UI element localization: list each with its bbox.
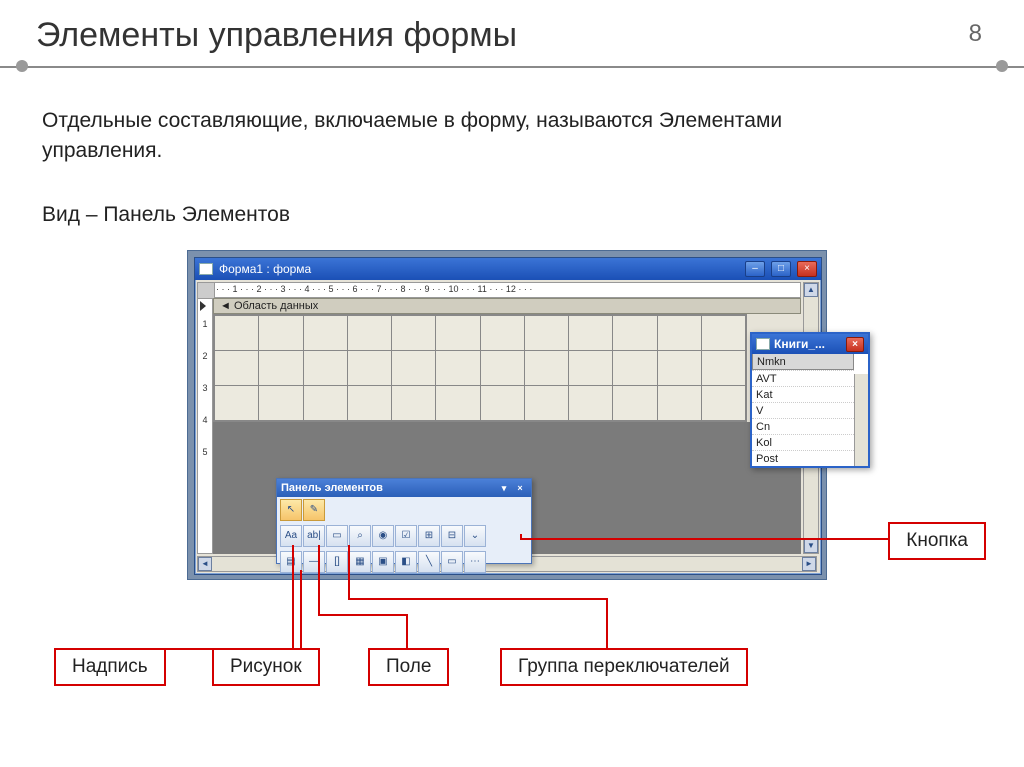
scroll-up-icon[interactable]: ▲ (804, 283, 818, 297)
leader-picture-v (300, 570, 302, 650)
tool-wizard[interactable]: ✎ (303, 499, 325, 521)
design-grid[interactable] (213, 314, 747, 422)
tool-listbox[interactable]: ⊟ (441, 525, 463, 547)
field-list-body: Nmkn AVT Kat V Cn Kol Post (752, 354, 868, 466)
paragraph-menupath: Вид – Панель Элементов (42, 200, 290, 230)
field-list-titlebar[interactable]: Книги_... × (752, 334, 868, 354)
tool-label[interactable]: Aa (280, 525, 302, 547)
scroll-down-icon[interactable]: ▼ (804, 539, 818, 553)
field-list-item[interactable]: Cn (752, 418, 854, 434)
callout-label: Надпись (54, 648, 166, 686)
maximize-button[interactable]: □ (771, 261, 791, 277)
tool-optionbutton[interactable]: ◉ (372, 525, 394, 547)
page-title: Элементы управления формы (36, 16, 517, 55)
form-window-icon (199, 263, 213, 275)
tool-pagebreak[interactable]: ▦ (349, 551, 371, 573)
form-titlebar[interactable]: Форма1 : форма – □ × (195, 258, 821, 280)
tool-combobox[interactable]: ⊞ (418, 525, 440, 547)
leader-field-v (318, 545, 320, 615)
toolbox-row-1: ↖ ✎ (277, 497, 531, 523)
leader-field-h1 (318, 614, 408, 616)
tool-commandbutton[interactable]: ⌄ (464, 525, 486, 547)
toolbox-panel[interactable]: Панель элементов ▾ × ↖ ✎ Aa ab| ▭ ⌕ ◉ ☑ … (276, 478, 532, 564)
tool-pointer[interactable]: ↖ (280, 499, 302, 521)
tool-checkbox[interactable]: ☑ (395, 525, 417, 547)
callout-optiongroup: Группа переключателей (500, 648, 748, 686)
tool-optiongroup[interactable]: ▭ (326, 525, 348, 547)
tool-tabcontrol[interactable]: ▣ (372, 551, 394, 573)
field-list-title: Книги_... (774, 337, 825, 351)
header-rule (0, 66, 1024, 68)
tool-line[interactable]: ╲ (418, 551, 440, 573)
field-list-close-button[interactable]: × (846, 337, 864, 352)
close-button[interactable]: × (797, 261, 817, 277)
field-list-item[interactable]: Post (752, 450, 854, 466)
toolbox-close-icon[interactable]: × (513, 482, 527, 495)
field-list-scrollbar[interactable] (854, 374, 868, 466)
leader-group-h (348, 598, 608, 600)
scroll-right-icon[interactable]: ► (802, 557, 816, 571)
ruler-horizontal[interactable]: · · · 1 · · · 2 · · · 3 · · · 4 · · · 5 … (197, 282, 801, 298)
field-list-popup[interactable]: Книги_... × Nmkn AVT Kat V Cn Kol Post (750, 332, 870, 468)
tool-togglebutton[interactable]: ⌕ (349, 525, 371, 547)
header-dot-right (996, 60, 1008, 72)
section-label: ◄ (220, 300, 234, 312)
section-header-detail[interactable]: ◄ Область данных (213, 298, 801, 314)
leader-field-v2 (406, 614, 408, 650)
tool-rectangle[interactable]: ▭ (441, 551, 463, 573)
field-list-item[interactable]: V (752, 402, 854, 418)
tool-more[interactable]: ⋯ (464, 551, 486, 573)
header-dot-left (16, 60, 28, 72)
tool-unbound-object[interactable]: — (303, 551, 325, 573)
leader-button-v (520, 534, 522, 540)
toolbox-row-2: Aa ab| ▭ ⌕ ◉ ☑ ⊞ ⊟ ⌄ (277, 523, 531, 549)
ruler-vertical[interactable]: 1 2 3 4 5 (197, 298, 213, 554)
paragraph-intro: Отдельные составляющие, включаемые в фор… (42, 106, 862, 167)
leader-group-v1 (348, 545, 350, 599)
leader-group-v2 (606, 598, 608, 650)
page-number: 8 (969, 20, 982, 48)
section-title: Область данных (234, 300, 318, 312)
ruler-ticks: · · · 1 · · · 2 · · · 3 · · · 4 · · · 5 … (216, 284, 798, 294)
field-list-icon (756, 338, 770, 350)
toolbox-dropdown-icon[interactable]: ▾ (497, 482, 511, 495)
toolbox-title: Панель элементов (281, 479, 383, 497)
minimize-button[interactable]: – (745, 261, 765, 277)
callout-picture: Рисунок (212, 648, 320, 686)
form-window-title: Форма1 : форма (219, 262, 311, 276)
tool-textbox[interactable]: ab| (303, 525, 325, 547)
field-list-item[interactable]: Nmkn (752, 354, 854, 370)
leader-label-v (292, 545, 294, 649)
callout-button: Кнопка (888, 522, 986, 560)
field-list-item[interactable]: Kat (752, 386, 854, 402)
tool-subform[interactable]: ◧ (395, 551, 417, 573)
leader-button-h (520, 538, 900, 540)
toolbox-titlebar[interactable]: Панель элементов ▾ × (277, 479, 531, 497)
tool-bound-object[interactable]: [] (326, 551, 348, 573)
scroll-left-icon[interactable]: ◄ (198, 557, 212, 571)
toolbox-row-3: ▤ — [] ▦ ▣ ◧ ╲ ▭ ⋯ (277, 549, 531, 575)
field-list-item[interactable]: AVT (752, 370, 854, 386)
tool-image[interactable]: ▤ (280, 551, 302, 573)
field-list-item[interactable]: Kol (752, 434, 854, 450)
callout-field: Поле (368, 648, 449, 686)
